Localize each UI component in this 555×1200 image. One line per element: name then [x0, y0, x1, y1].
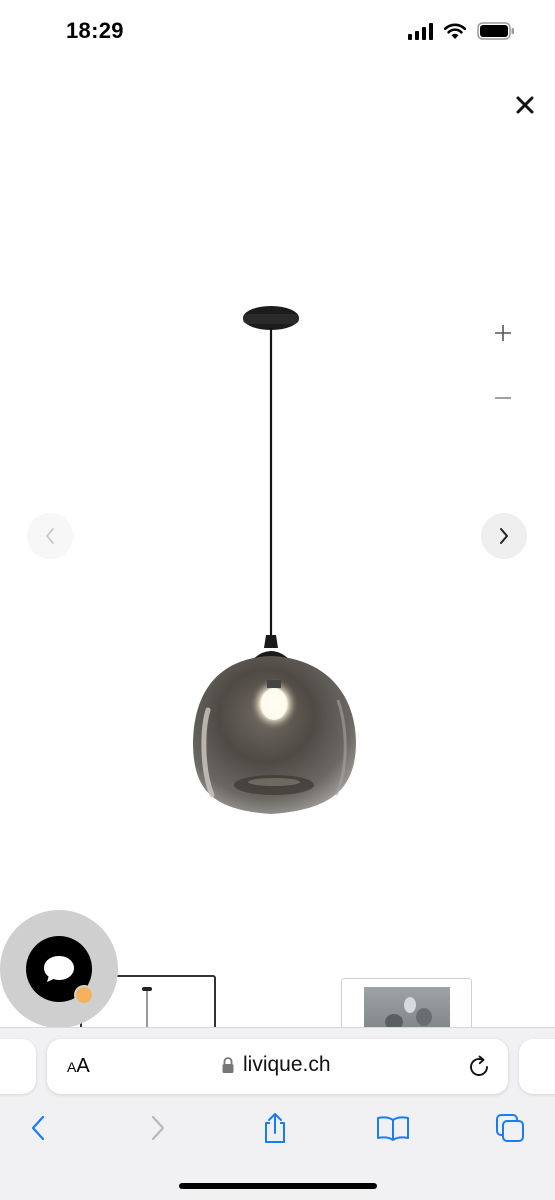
wifi-icon — [443, 23, 467, 39]
tabs-button[interactable] — [490, 1108, 530, 1148]
previous-tab-pill[interactable] — [0, 1039, 36, 1094]
browser-nav-toolbar — [0, 1108, 555, 1148]
status-bar: 18:29 — [0, 0, 555, 62]
back-button[interactable] — [18, 1108, 58, 1148]
lock-icon — [222, 1057, 234, 1073]
zoom-out-button[interactable] — [488, 383, 518, 413]
forward-icon — [151, 1115, 165, 1141]
address-bar[interactable]: AA livique.ch — [47, 1039, 508, 1094]
home-indicator — [179, 1183, 377, 1189]
tabs-icon — [496, 1114, 524, 1142]
text-size-button[interactable]: AA — [67, 1055, 90, 1078]
forward-button[interactable] — [138, 1108, 178, 1148]
close-button[interactable] — [510, 90, 540, 120]
url-text: livique.ch — [243, 1053, 331, 1076]
minus-icon — [495, 397, 511, 399]
previous-image-button[interactable] — [27, 513, 73, 559]
url-display[interactable]: livique.ch — [221, 1053, 331, 1077]
reload-icon — [470, 1055, 488, 1076]
share-button[interactable] — [255, 1108, 295, 1148]
status-time: 18:29 — [66, 18, 124, 43]
bookmarks-icon — [377, 1116, 409, 1141]
close-icon — [516, 96, 534, 114]
battery-icon — [477, 22, 514, 40]
status-icons — [408, 22, 515, 40]
chevron-left-icon — [46, 528, 54, 544]
product-image[interactable] — [150, 290, 410, 830]
cellular-signal-icon — [408, 22, 433, 40]
chat-status-dot — [74, 985, 94, 1005]
zoom-in-button[interactable] — [488, 318, 518, 348]
next-tab-pill[interactable] — [519, 1039, 555, 1094]
back-icon — [31, 1115, 45, 1141]
plus-icon — [495, 325, 511, 341]
chat-bubble-icon — [44, 956, 74, 982]
share-icon — [265, 1113, 285, 1143]
next-image-button[interactable] — [481, 513, 527, 559]
reload-button[interactable] — [465, 1053, 493, 1081]
chevron-right-icon — [500, 528, 508, 544]
bookmarks-button[interactable] — [373, 1108, 413, 1148]
